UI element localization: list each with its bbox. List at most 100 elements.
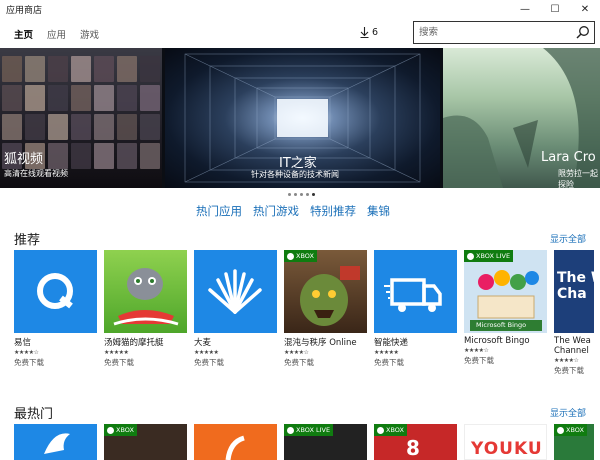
hero-slide-ithome[interactable]: IT之家 针对各种设备的技术新闻	[165, 48, 440, 188]
app-price: 免费下载	[554, 366, 584, 375]
yixin-icon	[37, 273, 73, 309]
app-tile[interactable]: XBOX	[284, 250, 367, 333]
tile-caption: Microsoft Bingo	[476, 321, 527, 329]
category-hot-games[interactable]: 热门游戏	[253, 203, 299, 219]
top-nav: 主页 应用 游戏 6	[0, 18, 600, 48]
app-name: 混沌与秩序 Online	[284, 338, 357, 348]
carousel-dots	[288, 193, 315, 196]
hero-title: 狐视频	[4, 152, 44, 167]
youku-icon: YOUKU	[471, 439, 543, 459]
app-rating: ★★★★★	[374, 349, 399, 356]
app-name: Microsoft Bingo	[464, 336, 530, 346]
app-price: 免费下载	[374, 358, 404, 367]
app-card[interactable]: 易信 ★★★★☆ 免费下载	[14, 250, 97, 376]
app-card[interactable]: 智能快递 ★★★★★ 免费下载	[374, 250, 457, 376]
app-name: 大麦	[194, 338, 212, 348]
app-tile[interactable]	[14, 250, 97, 333]
app-tile[interactable]: YOUKU	[464, 424, 547, 460]
category-links: 热门应用 热门游戏 特别推荐 集锦	[196, 203, 390, 219]
app-card[interactable]: The We Cha The Wea Channel ★★★★☆ 免费下载	[554, 250, 594, 376]
app-tile[interactable]	[194, 424, 277, 460]
show-all-recommended[interactable]: 显示全部	[550, 232, 586, 245]
maximize-button[interactable]: ☐	[540, 0, 570, 18]
app-tile[interactable]: The We Cha	[554, 250, 594, 333]
app-rating: ★★★★★	[104, 349, 129, 356]
app-price: 免费下载	[104, 358, 134, 367]
carousel-dot[interactable]	[294, 193, 297, 196]
app-price: 免费下载	[284, 358, 314, 367]
hot-apps: XBOX XBOX LIVE XBOX 8 YOUKU XBOX	[14, 424, 594, 460]
section-title-recommended: 推荐	[14, 233, 41, 248]
app-rating: ★★★★★	[194, 349, 219, 356]
carousel-dot[interactable]	[300, 193, 303, 196]
category-featured[interactable]: 特别推荐	[310, 203, 356, 219]
hero-subtitle: 针对各种设备的技术新闻	[251, 170, 339, 179]
title-bar: 应用商店 — ☐ ✕	[0, 0, 600, 18]
download-icon	[360, 27, 369, 38]
hero-subtitle: 高清在线观看视频	[4, 169, 68, 178]
app-tile[interactable]: XBOX	[104, 424, 187, 460]
carousel-dot[interactable]	[306, 193, 309, 196]
chaos-order-icon	[300, 266, 360, 326]
app-name: 智能快递	[374, 338, 409, 348]
category-collections[interactable]: 集锦	[367, 203, 390, 219]
minimize-button[interactable]: —	[510, 0, 540, 18]
hero-title: Lara Cro	[541, 150, 596, 165]
app-card[interactable]: 大麦 ★★★★★ 免费下载	[194, 250, 277, 376]
bird-icon	[44, 433, 70, 454]
hero-carousel[interactable]: 狐视频 高清在线观看视频 IT之家 针对各种设备的技术新闻 Lara Cro 限…	[0, 48, 600, 188]
show-all-hot[interactable]: 显示全部	[550, 406, 586, 419]
app-tile[interactable]	[374, 250, 457, 333]
search-input[interactable]	[414, 22, 564, 42]
app-tile[interactable]: XBOX 8	[374, 424, 457, 460]
damai-icon	[208, 269, 262, 314]
delivery-truck-icon	[384, 278, 442, 312]
weather-channel-icon: The We Cha	[557, 270, 594, 302]
jungle-graphic	[443, 48, 600, 188]
orange-app-icon	[225, 435, 245, 460]
xbox-badge: XBOX	[284, 250, 317, 262]
xbox-live-badge: XBOX LIVE	[464, 250, 514, 262]
tab-home[interactable]: 主页	[14, 27, 33, 41]
app-rating: ★★★★☆	[14, 349, 39, 356]
xbox-live-badge: XBOX LIVE	[284, 424, 334, 436]
close-button[interactable]: ✕	[570, 0, 600, 18]
recommended-apps: 易信 ★★★★☆ 免费下载 汤姆猫的摩托艇 ★★★★★ 免费下载 大麦 ★★★★…	[14, 250, 594, 376]
app-price: 免费下载	[464, 356, 494, 365]
hero-subtitle: 限劳拉一起探险	[558, 169, 598, 188]
xbox-badge: XBOX	[104, 424, 137, 436]
carousel-dot[interactable]	[288, 193, 291, 196]
carousel-dot-active[interactable]	[312, 193, 315, 196]
tom-cat-icon	[113, 268, 179, 326]
hero-slide-lara-croft[interactable]: Lara Cro 限劳拉一起探险	[443, 48, 600, 188]
app-card[interactable]: 汤姆猫的摩托艇 ★★★★★ 免费下载	[104, 250, 187, 376]
app-tile[interactable]: XBOX LIVE Microsoft Bingo	[464, 250, 547, 333]
app-name: The Wea Channel	[554, 336, 591, 356]
hero-slide-sohu-video[interactable]: 狐视频 高清在线观看视频	[0, 48, 162, 188]
app-name: 汤姆猫的摩托艇	[104, 338, 164, 348]
app-price: 免费下载	[14, 358, 44, 367]
search-icon[interactable]	[576, 25, 590, 39]
app-rating: ★★★★☆	[464, 347, 489, 354]
app-tile[interactable]	[104, 250, 187, 333]
app-name: 易信	[14, 338, 32, 348]
section-title-hot: 最热门	[14, 407, 54, 422]
xbox-badge: XBOX	[374, 424, 407, 436]
tab-games[interactable]: 游戏	[80, 27, 99, 41]
app-rating: ★★★★☆	[554, 357, 579, 364]
racing-icon: 8	[406, 436, 420, 460]
category-hot-apps[interactable]: 热门应用	[196, 203, 242, 219]
app-price: 免费下载	[194, 358, 224, 367]
downloads-button[interactable]: 6	[360, 27, 378, 38]
downloads-count: 6	[372, 27, 379, 38]
app-tile[interactable]: XBOX LIVE	[284, 424, 367, 460]
nav-tabs: 主页 应用 游戏	[14, 27, 99, 41]
search-box[interactable]	[413, 21, 595, 44]
app-card[interactable]: XBOX LIVE Microsoft Bingo Microsoft Bing…	[464, 250, 547, 376]
app-tile[interactable]	[194, 250, 277, 333]
app-tile[interactable]: XBOX	[554, 424, 594, 460]
tab-apps[interactable]: 应用	[47, 27, 66, 41]
xbox-badge: XBOX	[554, 424, 587, 436]
app-tile[interactable]	[14, 424, 97, 460]
app-card[interactable]: XBOX 混沌与秩序 Online ★★★★☆ 免费下载	[284, 250, 367, 376]
